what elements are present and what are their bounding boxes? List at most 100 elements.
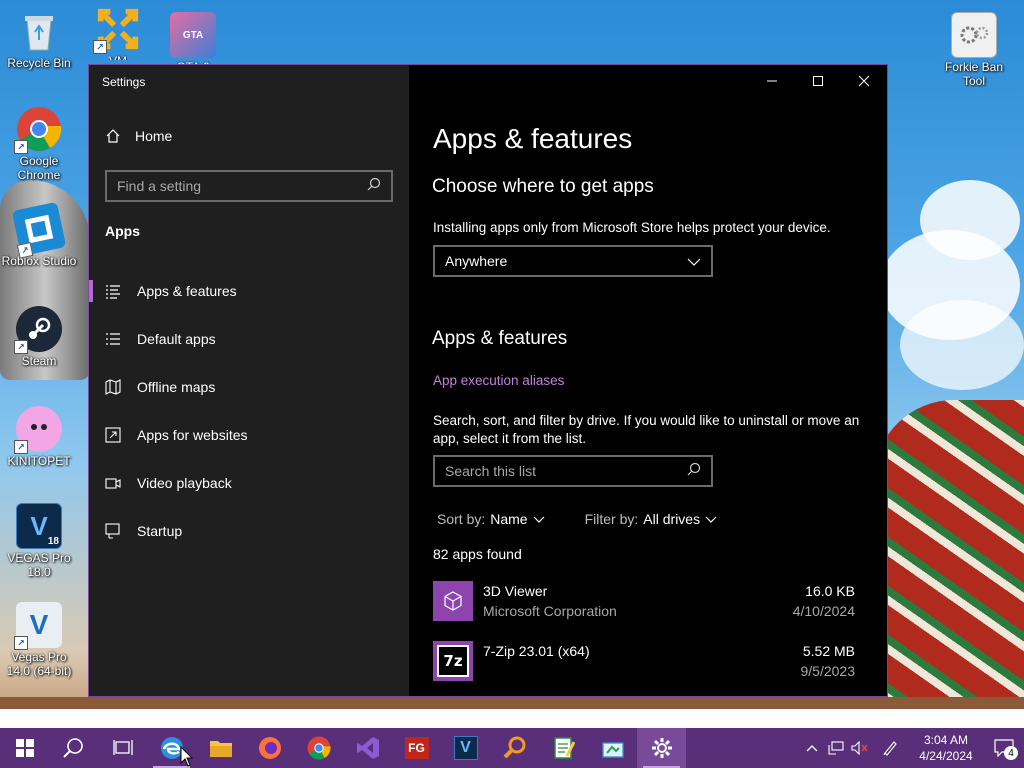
section-label-apps: Apps (105, 223, 140, 239)
close-button[interactable] (841, 65, 887, 97)
start-button[interactable] (0, 728, 49, 768)
visual-studio-icon (356, 737, 379, 759)
sidebar-item-label: Apps for websites (137, 427, 248, 443)
tray-overflow-button[interactable] (800, 728, 824, 768)
sidebar-item-offline-maps[interactable]: Offline maps (89, 363, 409, 411)
sidebar-item-startup[interactable]: Startup (89, 507, 409, 555)
sidebar-item-apps-features[interactable]: Apps & features (89, 267, 409, 315)
minimize-button[interactable] (749, 65, 795, 97)
app-size: 5.52 MB (802, 643, 855, 659)
vegas-pro-18-icon: V 18 (16, 503, 62, 549)
steam-icon: ↗ (14, 306, 62, 354)
chevron-down-icon (687, 253, 701, 269)
desktop-icon-steam[interactable]: ↗ Steam (1, 306, 77, 368)
magnifier-icon (503, 736, 525, 759)
vm-icon: ↗ (93, 6, 141, 54)
pen-icon (883, 741, 897, 756)
notepad-icon (553, 737, 575, 759)
home-label: Home (135, 128, 173, 144)
action-center-button[interactable]: 4 (984, 728, 1024, 768)
home-icon (105, 128, 121, 144)
apps-features-heading: Apps & features (432, 328, 568, 349)
sidebar-item-default-apps[interactable]: Default apps (89, 315, 409, 363)
app-name: 3D Viewer (483, 583, 548, 599)
search-icon (62, 738, 83, 758)
list-item[interactable]: 3D Viewer Microsoft Corporation 16.0 KB … (433, 579, 855, 639)
app-publisher: Microsoft Corporation (483, 603, 617, 619)
map-icon (105, 379, 121, 395)
apps-count: 82 apps found (433, 546, 522, 562)
sidebar-item-label: Startup (137, 523, 183, 539)
search-list-input[interactable] (445, 463, 687, 479)
desktop-icon-recycle-bin[interactable]: Recycle Bin (1, 8, 77, 70)
app-list: 3D Viewer Microsoft Corporation 16.0 KB … (433, 579, 855, 696)
link-box-icon (105, 427, 121, 443)
network-icon (828, 741, 844, 755)
chevron-down-icon (705, 511, 717, 527)
sort-by-dropdown[interactable]: Sort by: Name (437, 511, 545, 527)
pen-workspace-button[interactable] (872, 728, 908, 768)
clock-time: 3:04 AM (923, 733, 969, 747)
taskbar-notepad[interactable] (539, 728, 588, 768)
chrome-icon (307, 736, 331, 760)
page-title: Apps & features (433, 123, 633, 154)
taskbar-clock[interactable]: 3:04 AM 4/24/2024 (908, 732, 984, 764)
file-explorer-icon (209, 741, 232, 757)
app-execution-aliases-link[interactable]: App execution aliases (433, 373, 564, 388)
list-icon (105, 283, 121, 299)
sidebar-home[interactable]: Home (105, 128, 172, 144)
taskbar-vegas[interactable]: V (441, 728, 490, 768)
desktop-icon-vegas-pro-14[interactable]: V ↗ Vegas Pro 14.0 (64-bit) (1, 602, 77, 678)
app-source-dropdown[interactable]: Anywhere (433, 245, 713, 277)
roblox-studio-icon: ↗ (11, 201, 67, 259)
desktop-icon-gta6[interactable]: GTA GTA 6 (155, 12, 231, 68)
minimize-icon (767, 80, 777, 82)
kinitopet-icon: ↗ (14, 406, 62, 454)
video-icon (105, 475, 121, 491)
taskbar-fl-studio[interactable]: FG (392, 728, 441, 768)
filter-by-label: Filter by: (584, 511, 639, 527)
list-item[interactable]: 7z 7-Zip 23.01 (x64) 5.52 MB 9/5/2023 (433, 639, 855, 696)
window-controls (749, 65, 887, 97)
settings-icon (651, 738, 672, 758)
desktop-icon-kinitopet[interactable]: ↗ KINITOPET (1, 406, 77, 468)
settings-main: Apps & features Choose where to get apps… (409, 65, 887, 696)
find-setting-box (105, 170, 393, 202)
network-button[interactable] (824, 728, 848, 768)
choose-apps-description: Installing apps only from Microsoft Stor… (433, 220, 831, 235)
7zip-icon: 7z (433, 641, 473, 681)
maximize-button[interactable] (795, 65, 841, 97)
volume-button[interactable] (848, 728, 872, 768)
filter-by-dropdown[interactable]: Filter by: All drives (585, 511, 717, 527)
desktop-icon-vegas-pro-18[interactable]: V 18 VEGAS Pro 18.0 (1, 503, 77, 579)
taskbar-firefox[interactable] (245, 728, 294, 768)
desktop-icon-roblox-studio[interactable]: ↗ Roblox Studio (1, 201, 77, 268)
taskbar-search-button[interactable] (49, 728, 98, 768)
app-name: 7-Zip 23.01 (x64) (483, 643, 590, 659)
taskbar-settings[interactable] (637, 728, 686, 768)
desktop-icon-forkie-ban-tool[interactable]: Forkie Ban Tool (936, 12, 1012, 88)
fl-studio-icon: FG (404, 737, 429, 759)
task-view-button[interactable] (98, 728, 147, 768)
vegas-pro-14-icon: V ↗ (14, 602, 62, 650)
start-icon (15, 739, 34, 757)
taskbar-visual-studio[interactable] (343, 728, 392, 768)
chevron-up-icon (806, 745, 818, 752)
settings-window: Settings Home Apps Apps & features (88, 64, 888, 697)
taskbar-magnifier[interactable] (490, 728, 539, 768)
desktop-icon-chrome[interactable]: ↗ Google Chrome (1, 106, 77, 182)
taskbar-chrome[interactable] (294, 728, 343, 768)
sidebar-item-apps-for-websites[interactable]: Apps for websites (89, 411, 409, 459)
desktop-icon-vm[interactable]: ↗ VM (80, 6, 156, 60)
find-setting-input[interactable] (117, 178, 367, 194)
app-date: 4/10/2024 (792, 603, 855, 619)
taskbar-paint[interactable] (588, 728, 637, 768)
taskbar-file-explorer[interactable] (196, 728, 245, 768)
sidebar-item-label: Default apps (137, 331, 216, 347)
search-icon[interactable] (687, 462, 701, 481)
app-source-value: Anywhere (445, 253, 508, 269)
vegas-icon: V (453, 736, 478, 760)
sidebar-item-video-playback[interactable]: Video playback (89, 459, 409, 507)
search-icon[interactable] (367, 177, 381, 196)
sidebar-item-label: Apps & features (137, 283, 237, 299)
